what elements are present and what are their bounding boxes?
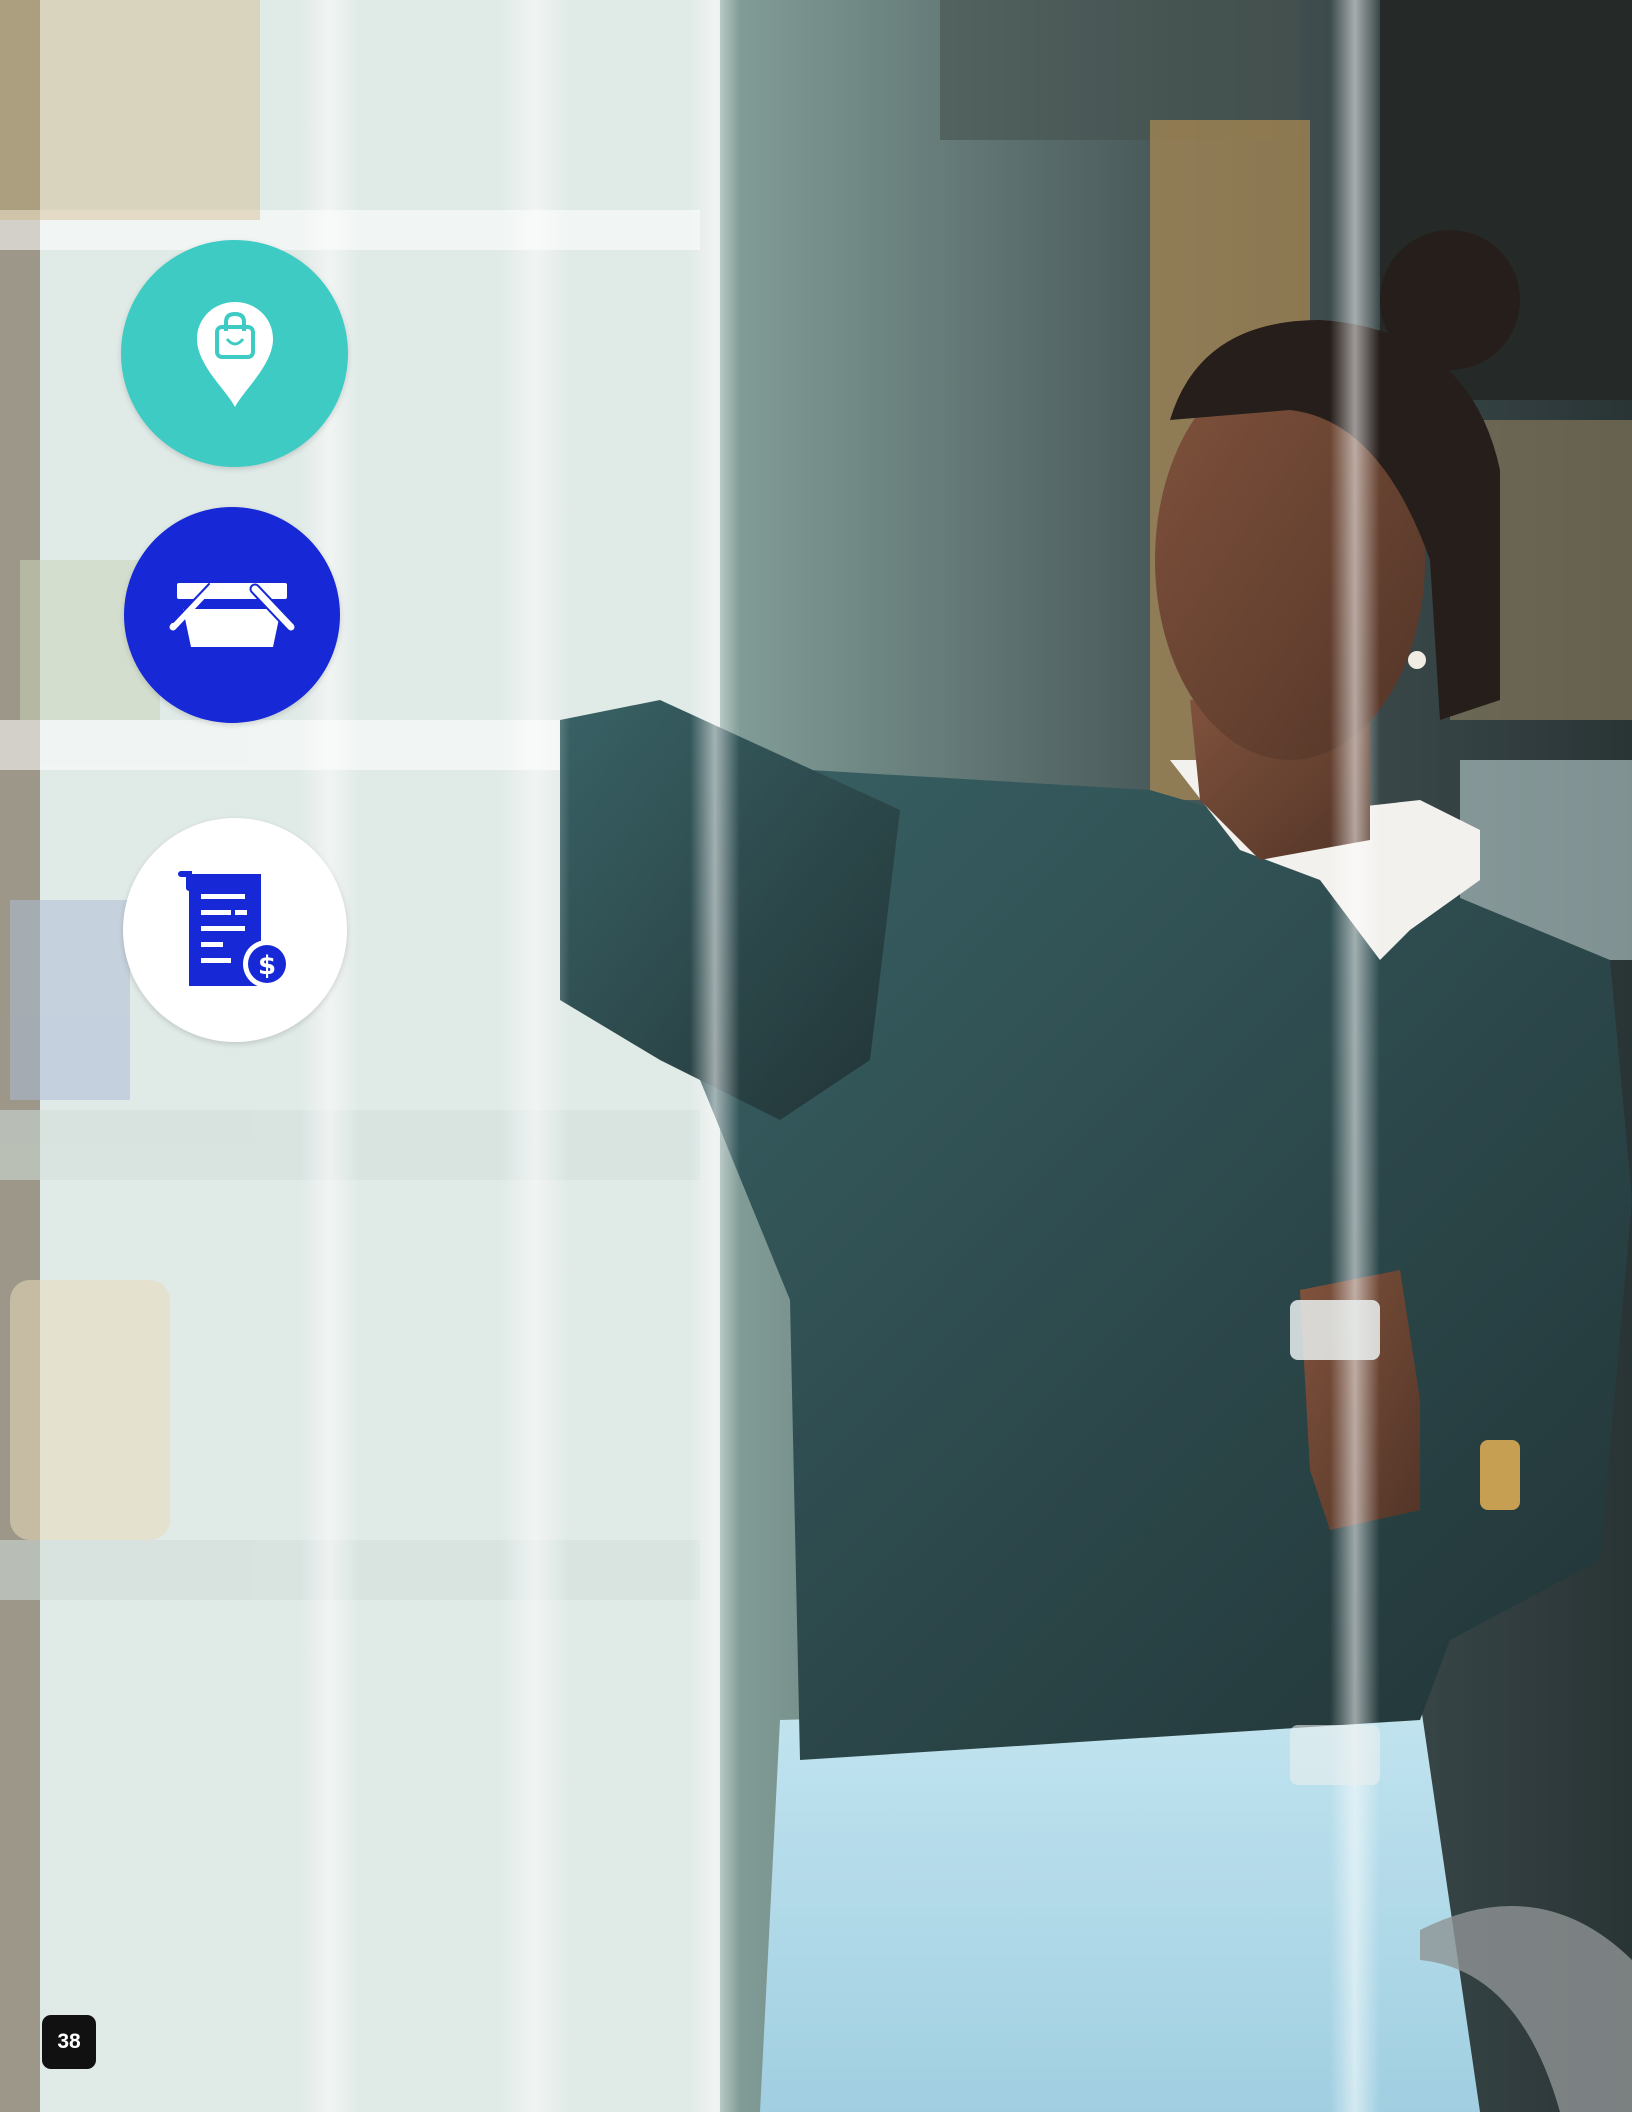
shopping-bag-location-pin-icon <box>121 240 348 467</box>
shopping-basket-icon <box>124 507 340 723</box>
location-pin-glyph <box>196 301 273 407</box>
page-number: 38 <box>42 2015 96 2069</box>
receipt-dollar-icon: $ <box>123 818 347 1042</box>
page-number-label: 38 <box>57 2030 81 2053</box>
receipt-glyph: $ <box>178 871 291 988</box>
svg-text:$: $ <box>258 951 276 981</box>
basket-glyph <box>169 583 295 647</box>
